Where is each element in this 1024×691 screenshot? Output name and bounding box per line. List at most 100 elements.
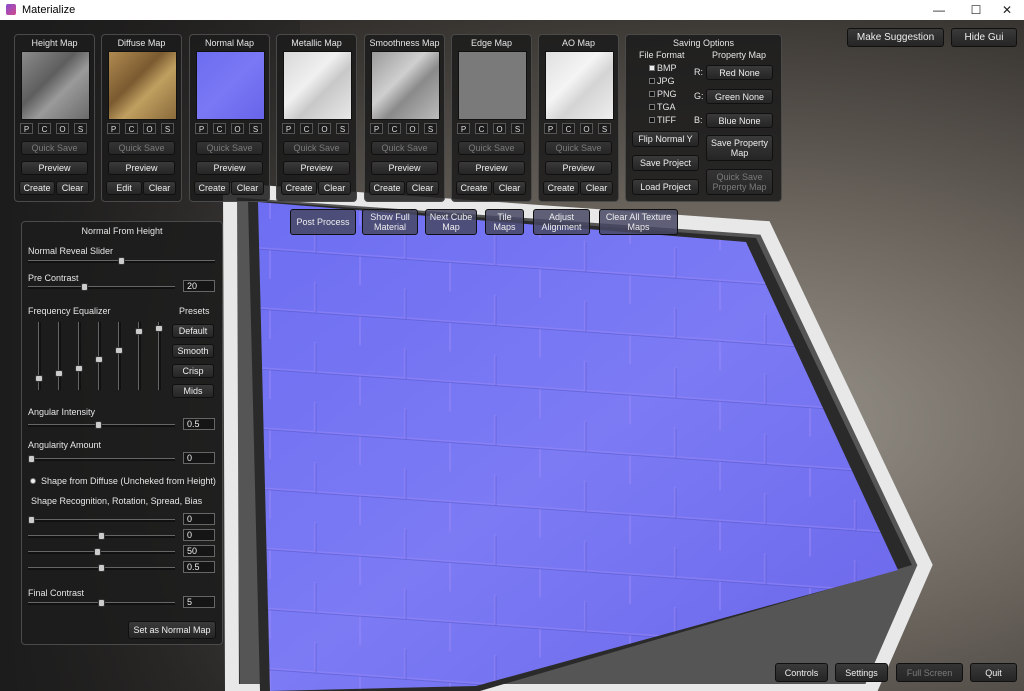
preset-mids-button[interactable]: Mids xyxy=(172,384,214,398)
tile-maps-button[interactable]: Tile Maps xyxy=(485,209,524,235)
eq-band-5-slider[interactable] xyxy=(115,322,123,390)
slider-knob[interactable] xyxy=(28,455,35,463)
eq-band-7-slider[interactable] xyxy=(155,322,163,390)
metallic-map-create-button[interactable]: Create xyxy=(281,181,317,195)
metallic-map-quick-save-button[interactable]: Quick Save xyxy=(283,141,350,155)
final-contrast-field[interactable]: 5 xyxy=(183,596,215,608)
eq-band-knob[interactable] xyxy=(155,325,163,332)
preset-default-button[interactable]: Default xyxy=(172,324,214,338)
shape-field-1[interactable]: 0 xyxy=(183,513,215,525)
ao-map-o-button[interactable]: O xyxy=(580,123,593,134)
normal-map-s-button[interactable]: S xyxy=(249,123,262,134)
metallic-map-preview-button[interactable]: Preview xyxy=(283,161,350,175)
diffuse-map-c-button[interactable]: C xyxy=(125,123,138,134)
preset-crisp-button[interactable]: Crisp xyxy=(172,364,214,378)
normal-map-c-button[interactable]: C xyxy=(213,123,226,134)
format-png-radio[interactable] xyxy=(649,91,655,97)
smoothness-map-create-button[interactable]: Create xyxy=(369,181,405,195)
set-as-normal-map-button[interactable]: Set as Normal Map xyxy=(128,621,216,639)
smoothness-map-c-button[interactable]: C xyxy=(388,123,401,134)
eq-band-knob[interactable] xyxy=(135,328,143,335)
hide-gui-button[interactable]: Hide Gui xyxy=(951,28,1017,47)
shape-field-2[interactable]: 0 xyxy=(183,529,215,541)
eq-band-knob[interactable] xyxy=(95,356,103,363)
quit-button[interactable]: Quit xyxy=(970,663,1017,682)
normal-map-p-button[interactable]: P xyxy=(195,123,208,134)
angularity-amount-slider[interactable] xyxy=(28,455,175,463)
normal-map-thumbnail[interactable] xyxy=(196,51,265,120)
shape-slider-4[interactable] xyxy=(28,564,175,572)
pre-contrast-slider[interactable] xyxy=(28,283,175,291)
diffuse-map-preview-button[interactable]: Preview xyxy=(108,161,175,175)
metallic-map-thumbnail[interactable] xyxy=(283,51,352,120)
height-map-s-button[interactable]: S xyxy=(74,123,87,134)
format-tiff-radio[interactable] xyxy=(649,117,655,123)
ao-map-s-button[interactable]: S xyxy=(598,123,611,134)
pre-contrast-field[interactable]: 20 xyxy=(183,280,215,292)
edge-map-preview-button[interactable]: Preview xyxy=(458,161,525,175)
load-project-button[interactable]: Load Project xyxy=(632,179,699,195)
height-map-preview-button[interactable]: Preview xyxy=(21,161,88,175)
minimize-button[interactable]: — xyxy=(922,0,956,20)
diffuse-map-clear-button[interactable]: Clear xyxy=(143,181,176,195)
save-project-button[interactable]: Save Project xyxy=(632,155,699,171)
ao-map-thumbnail[interactable] xyxy=(545,51,614,120)
diffuse-map-p-button[interactable]: P xyxy=(107,123,120,134)
quick-save-property-map-button[interactable]: Quick Save Property Map xyxy=(706,169,773,195)
slider-knob[interactable] xyxy=(98,532,105,540)
angularity-amount-field[interactable]: 0 xyxy=(183,452,215,464)
ao-map-clear-button[interactable]: Clear xyxy=(580,181,613,195)
edge-map-p-button[interactable]: P xyxy=(457,123,470,134)
normal-map-preview-button[interactable]: Preview xyxy=(196,161,263,175)
make-suggestion-button[interactable]: Make Suggestion xyxy=(847,28,944,47)
controls-button[interactable]: Controls xyxy=(775,663,828,682)
edge-map-clear-button[interactable]: Clear xyxy=(493,181,526,195)
metallic-map-c-button[interactable]: C xyxy=(300,123,313,134)
full-screen-button[interactable]: Full Screen xyxy=(896,663,963,682)
settings-button[interactable]: Settings xyxy=(835,663,888,682)
smoothness-map-p-button[interactable]: P xyxy=(370,123,383,134)
slider-knob[interactable] xyxy=(98,564,105,572)
slider-knob[interactable] xyxy=(118,257,125,265)
smoothness-map-preview-button[interactable]: Preview xyxy=(371,161,438,175)
edge-map-thumbnail[interactable] xyxy=(458,51,527,120)
format-bmp-radio[interactable] xyxy=(649,65,655,71)
normal-map-quick-save-button[interactable]: Quick Save xyxy=(196,141,263,155)
slider-knob[interactable] xyxy=(95,421,102,429)
ao-map-preview-button[interactable]: Preview xyxy=(545,161,612,175)
smoothness-map-o-button[interactable]: O xyxy=(406,123,419,134)
diffuse-map-thumbnail[interactable] xyxy=(108,51,177,120)
diffuse-map-quick-save-button[interactable]: Quick Save xyxy=(108,141,175,155)
angular-intensity-field[interactable]: 0.5 xyxy=(183,418,215,430)
smoothness-map-clear-button[interactable]: Clear xyxy=(406,181,439,195)
normal-map-clear-button[interactable]: Clear xyxy=(231,181,264,195)
channel-r-select[interactable]: Red None xyxy=(706,65,773,80)
height-map-o-button[interactable]: O xyxy=(56,123,69,134)
ao-map-c-button[interactable]: C xyxy=(562,123,575,134)
shape-slider-1[interactable] xyxy=(28,516,175,524)
format-tga-radio[interactable] xyxy=(649,104,655,110)
ao-map-quick-save-button[interactable]: Quick Save xyxy=(545,141,612,155)
height-map-c-button[interactable]: C xyxy=(38,123,51,134)
maximize-button[interactable]: ☐ xyxy=(959,0,993,20)
post-process-button[interactable]: Post Process xyxy=(290,209,356,235)
shape-slider-2[interactable] xyxy=(28,532,175,540)
edge-map-o-button[interactable]: O xyxy=(493,123,506,134)
ao-map-p-button[interactable]: P xyxy=(544,123,557,134)
slider-knob[interactable] xyxy=(98,599,105,607)
format-jpg-radio[interactable] xyxy=(649,78,655,84)
eq-band-6-slider[interactable] xyxy=(135,322,143,390)
eq-band-knob[interactable] xyxy=(55,370,63,377)
final-contrast-slider[interactable] xyxy=(28,599,175,607)
eq-band-4-slider[interactable] xyxy=(95,322,103,390)
metallic-map-o-button[interactable]: O xyxy=(318,123,331,134)
flip-normal-y-button[interactable]: Flip Normal Y xyxy=(632,131,699,147)
edge-map-quick-save-button[interactable]: Quick Save xyxy=(458,141,525,155)
slider-knob[interactable] xyxy=(28,516,35,524)
channel-g-select[interactable]: Green None xyxy=(706,89,773,104)
shape-field-3[interactable]: 50 xyxy=(183,545,215,557)
next-cube-map-button[interactable]: Next Cube Map xyxy=(425,209,477,235)
normal-reveal-slider[interactable] xyxy=(28,257,215,265)
height-map-clear-button[interactable]: Clear xyxy=(56,181,89,195)
height-map-quick-save-button[interactable]: Quick Save xyxy=(21,141,88,155)
